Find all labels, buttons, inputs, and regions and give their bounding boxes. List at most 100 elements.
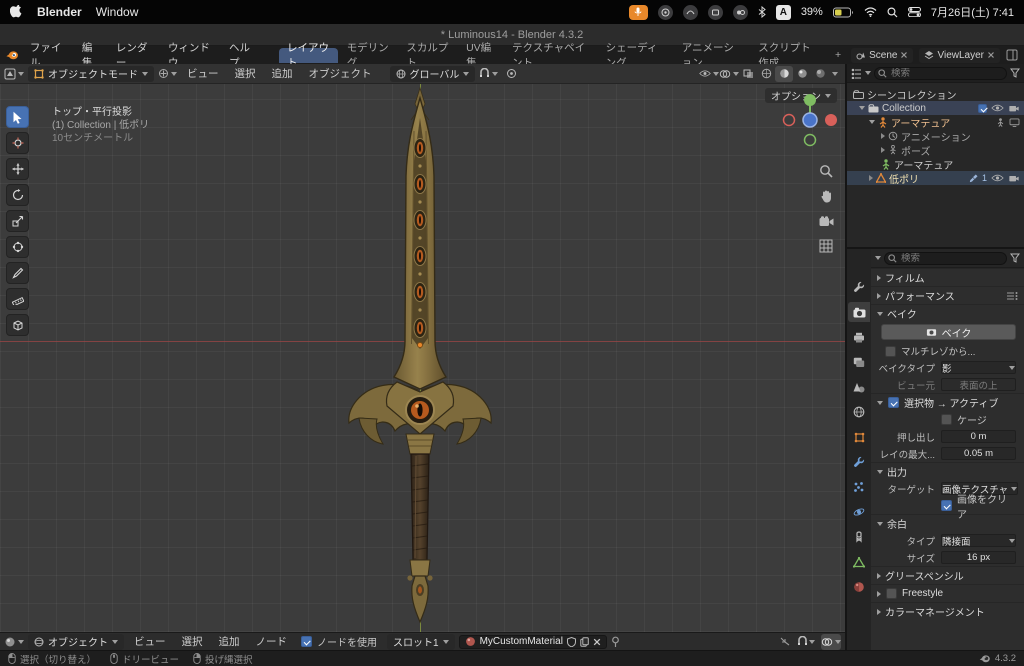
tab-texture-paint[interactable]: テクスチャペイント	[504, 42, 597, 69]
outliner-row-armature-object[interactable]: アーマテュア	[847, 115, 1024, 130]
max-ray-field[interactable]: 0.05 m	[941, 447, 1016, 460]
shading-material[interactable]	[793, 66, 811, 82]
bluetooth-icon[interactable]	[758, 6, 766, 18]
scene-selector[interactable]: Scene	[851, 47, 914, 63]
menu-extra-icon-2[interactable]	[682, 4, 698, 20]
tool-transform[interactable]	[6, 236, 29, 258]
pan-tool-button[interactable]	[817, 187, 835, 205]
disable-render-camera-icon[interactable]	[1008, 174, 1020, 182]
overlays-toggle[interactable]	[719, 66, 739, 82]
section-freestyle[interactable]: Freestyle	[871, 584, 1024, 602]
snap-toggle[interactable]	[479, 66, 499, 82]
from-multires-checkbox[interactable]	[885, 345, 896, 357]
toggle-grid-button[interactable]	[817, 237, 835, 255]
outliner-editor-icon[interactable]	[851, 68, 862, 79]
filter-icon[interactable]	[1010, 253, 1020, 263]
outliner-row-armature-data[interactable]: アーマテュア	[847, 157, 1024, 172]
view-layer-selector[interactable]: ViewLayer	[919, 47, 1000, 63]
tab-material-properties[interactable]	[848, 577, 870, 597]
pin-icon[interactable]	[611, 636, 620, 648]
disable-render-camera-icon[interactable]	[1008, 104, 1020, 112]
viewport-menu-select[interactable]: 選択	[229, 66, 262, 82]
mic-status-icon[interactable]	[628, 4, 648, 20]
node-magnet-toggle[interactable]	[797, 636, 815, 647]
tool-add-primitive[interactable]	[6, 314, 29, 336]
filter-icon[interactable]	[1010, 68, 1020, 78]
tab-output-properties[interactable]	[848, 327, 870, 347]
tool-move[interactable]	[6, 158, 29, 180]
remove-view-layer-icon[interactable]	[987, 51, 995, 59]
camera-view-button[interactable]	[817, 212, 835, 230]
menu-edit[interactable]: 編集	[75, 42, 107, 69]
viewport-menu-view[interactable]: ビュー	[181, 66, 225, 82]
shader-menu-select[interactable]: 選択	[176, 634, 209, 650]
shader-editor-type-dropdown[interactable]	[4, 634, 24, 650]
bake-type-dropdown[interactable]: 影	[941, 361, 1016, 375]
menu-datetime[interactable]: 7月26日(土) 7:41	[931, 4, 1014, 20]
tab-view-layer-properties[interactable]	[848, 352, 870, 372]
outliner-editor-caret[interactable]	[865, 71, 871, 75]
shader-menu-view[interactable]: ビュー	[128, 634, 172, 650]
use-nodes-toggle[interactable]: ノードを使用	[301, 634, 377, 649]
mode-dropdown[interactable]: オブジェクトモード	[28, 65, 154, 82]
section-output[interactable]: 出力	[871, 462, 1024, 480]
apple-logo-icon[interactable]	[10, 4, 23, 20]
shader-object-dropdown[interactable]: オブジェクト	[28, 633, 124, 650]
outliner-row-animation[interactable]: アニメーション	[847, 129, 1024, 144]
hide-eye-icon[interactable]	[991, 104, 1004, 112]
tab-shading[interactable]: シェーディング	[598, 42, 673, 69]
outliner-row-pose[interactable]: ポーズ	[847, 143, 1024, 158]
properties-search-input[interactable]	[884, 251, 1007, 265]
margin-size-field[interactable]: 16 px	[941, 551, 1016, 564]
outliner-row-collection[interactable]: Collection	[847, 101, 1024, 115]
section-bake[interactable]: ベイク	[871, 304, 1024, 322]
hide-eye-icon[interactable]	[991, 174, 1004, 182]
menu-extra-icon-4[interactable]	[732, 4, 748, 20]
margin-type-dropdown[interactable]: 隣接面	[941, 534, 1016, 548]
freestyle-checkbox[interactable]	[886, 588, 897, 599]
clear-image-checkbox[interactable]	[941, 500, 952, 511]
fake-user-shield-icon[interactable]	[566, 636, 576, 647]
tab-sculpt[interactable]: スカルプト	[398, 42, 457, 69]
menu-extra-icon-3[interactable]	[707, 4, 723, 20]
tab-particle-properties[interactable]	[848, 477, 870, 497]
section-film[interactable]: フィルム	[871, 268, 1024, 286]
tool-cursor[interactable]	[6, 132, 29, 154]
mode-options-dropdown[interactable]	[158, 66, 177, 82]
shading-rendered[interactable]	[811, 66, 829, 82]
tab-physics-properties[interactable]	[848, 502, 870, 522]
bake-button[interactable]: ベイク	[881, 324, 1016, 340]
tab-layout[interactable]: レイアウト	[278, 42, 338, 69]
input-source-icon[interactable]: A	[775, 4, 791, 20]
properties-search[interactable]	[884, 251, 1007, 265]
cage-checkbox[interactable]	[941, 414, 952, 425]
section-grease-pencil[interactable]: グリースペンシル	[871, 566, 1024, 584]
section-color-management[interactable]: カラーマネージメント	[871, 602, 1024, 620]
macos-menu-window[interactable]: Window	[96, 5, 139, 19]
tab-constraint-properties[interactable]	[848, 527, 870, 547]
editor-layout-icon[interactable]	[1006, 49, 1018, 61]
new-material-icon[interactable]	[580, 636, 589, 647]
visibility-dropdown[interactable]	[699, 66, 719, 82]
wifi-icon[interactable]	[864, 7, 877, 17]
macos-app-name[interactable]: Blender	[37, 5, 82, 19]
control-center-icon[interactable]	[907, 7, 921, 17]
tab-animation[interactable]: アニメーション	[674, 42, 749, 69]
extrusion-field[interactable]: 0 m	[941, 430, 1016, 443]
snap-node-icon[interactable]	[779, 636, 791, 647]
material-datablock[interactable]: MyCustomMaterial	[458, 634, 607, 649]
screen-icon[interactable]	[1009, 117, 1020, 127]
tool-select-box[interactable]	[6, 106, 29, 128]
tab-modeling[interactable]: モデリング	[339, 42, 398, 69]
tool-measure[interactable]	[6, 288, 29, 310]
xray-toggle[interactable]	[739, 66, 757, 82]
outliner-search[interactable]	[874, 66, 1007, 80]
tab-scripting[interactable]: スクリプト作成	[750, 42, 826, 69]
viewport-menu-object[interactable]: オブジェクト	[303, 66, 378, 82]
proportional-edit-toggle[interactable]	[502, 66, 520, 82]
tab-tool-properties[interactable]	[848, 277, 870, 297]
tab-uv-editing[interactable]: UV編集	[458, 42, 503, 69]
tab-scene-properties[interactable]	[848, 377, 870, 397]
editor-type-dropdown[interactable]	[4, 66, 24, 82]
menu-file[interactable]: ファイル	[23, 42, 73, 69]
